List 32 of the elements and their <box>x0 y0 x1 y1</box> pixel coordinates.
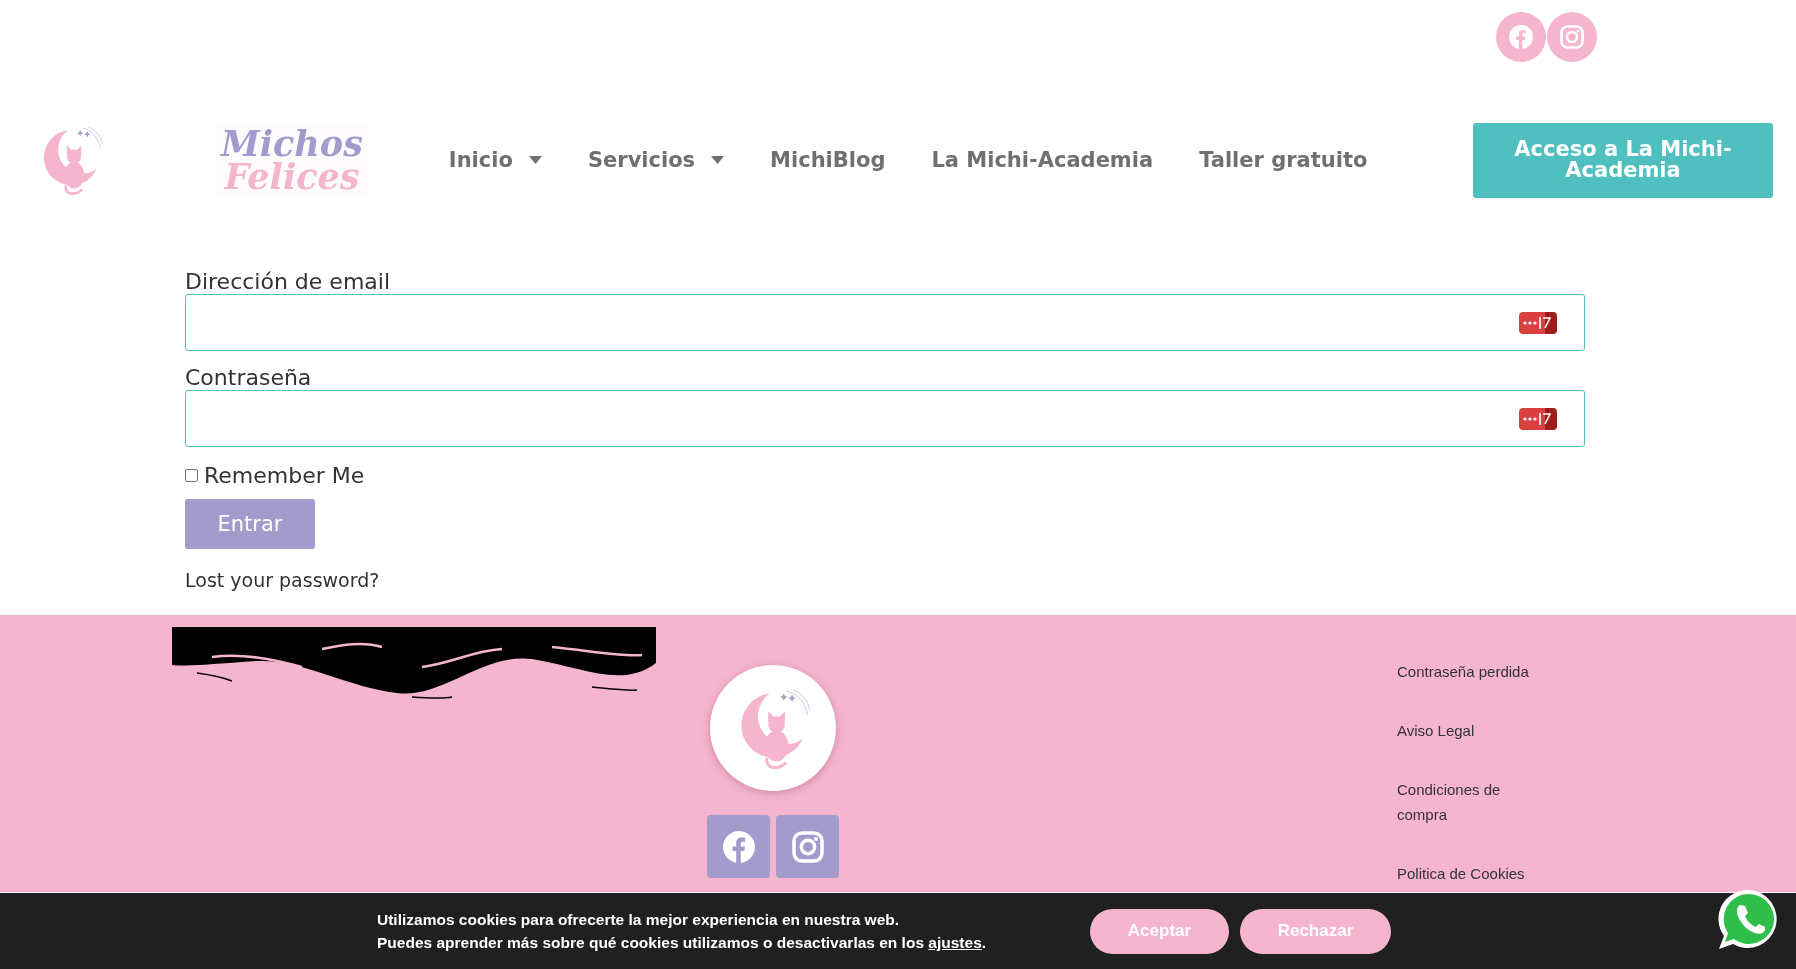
password-manager-icon <box>1519 311 1557 335</box>
nav-link[interactable]: MichiBlog <box>770 148 886 172</box>
checkbox-label: Remember Me <box>204 463 365 488</box>
footer-link[interactable]: Condiciones de compra <box>1397 777 1547 827</box>
nav-link[interactable]: Inicio <box>448 148 542 172</box>
input-field[interactable] <box>185 294 1585 351</box>
instagram-button[interactable] <box>776 815 839 878</box>
password-manager-icon <box>1519 407 1557 431</box>
cookie-notice: Utilizamos cookies para ofrecerte la mejor experiencia en nuestra web. Puedes aprender más sobre qué cookies utilizamos o desactivarlas en los ajustes. <box>377 910 988 953</box>
site-logo-text[interactable]: Michos Felices <box>215 125 369 195</box>
caret-icon <box>528 156 542 164</box>
settings-link[interactable]: ajustes <box>928 934 982 951</box>
field-label: Contraseña <box>185 364 313 392</box>
input-field[interactable] <box>185 390 1585 447</box>
footer-link[interactable]: Contraseña perdida <box>1397 659 1547 684</box>
login-button[interactable]: Entrar <box>185 499 315 549</box>
facebook-icon <box>1509 25 1533 49</box>
remember-checkbox[interactable] <box>185 469 198 482</box>
lost-password-link[interactable]: Lost your password? <box>185 569 380 591</box>
facebook-button[interactable] <box>1496 12 1546 62</box>
instagram-button[interactable] <box>1547 12 1597 62</box>
nav-link[interactable]: Servicios <box>587 148 725 172</box>
facebook-button[interactable] <box>707 815 770 878</box>
instagram-icon <box>1560 25 1584 49</box>
footer-link[interactable]: Aviso Legal <box>1397 718 1547 743</box>
nav-link[interactable]: Taller gratuito <box>1199 148 1368 172</box>
footer-link[interactable]: Politica de Cookies <box>1397 861 1547 886</box>
caret-icon <box>711 156 725 164</box>
instagram-icon <box>791 830 824 863</box>
nav-link[interactable]: La Michi-Academia <box>931 148 1154 172</box>
facebook-icon <box>722 830 755 863</box>
field-label: Dirección de email <box>185 268 391 296</box>
